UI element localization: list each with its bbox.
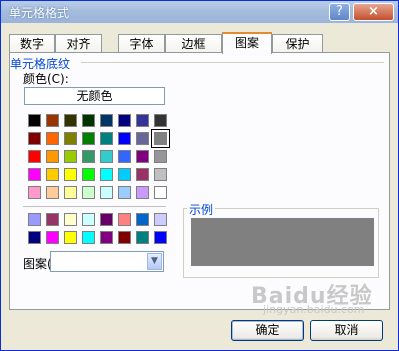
color-swatch[interactable]	[154, 186, 167, 199]
pattern-dropdown[interactable]: ▼	[50, 251, 164, 272]
color-swatch[interactable]	[64, 231, 77, 244]
color-swatch[interactable]	[118, 186, 131, 199]
color-swatch[interactable]	[64, 150, 77, 163]
cancel-button[interactable]: 取消	[310, 320, 383, 341]
color-swatch[interactable]	[28, 168, 41, 181]
help-button[interactable]: ?	[329, 3, 350, 21]
color-swatch[interactable]	[136, 231, 149, 244]
color-swatch[interactable]	[82, 231, 95, 244]
color-swatch[interactable]	[136, 186, 149, 199]
color-swatch[interactable]	[28, 132, 41, 145]
tab-border[interactable]: 边框	[165, 34, 222, 53]
color-swatch[interactable]	[100, 186, 113, 199]
color-swatch[interactable]	[154, 114, 167, 127]
color-swatch[interactable]	[28, 150, 41, 163]
color-swatch[interactable]	[154, 150, 167, 163]
tab-font[interactable]: 字体	[118, 34, 165, 53]
color-swatch[interactable]	[154, 213, 167, 226]
dropdown-arrow-icon[interactable]: ▼	[147, 253, 162, 270]
color-swatch[interactable]	[46, 150, 59, 163]
group-divider	[81, 62, 384, 63]
color-swatch[interactable]	[46, 213, 59, 226]
watermark-url: jingyan.baidu.com	[263, 303, 365, 316]
color-swatch[interactable]	[136, 114, 149, 127]
color-swatch[interactable]	[100, 213, 113, 226]
color-swatch[interactable]	[136, 132, 149, 145]
color-swatch[interactable]	[136, 150, 149, 163]
color-swatch[interactable]	[118, 231, 131, 244]
color-swatch[interactable]	[82, 132, 95, 145]
title-bar[interactable]: 单元格格式 ? ×	[1, 1, 398, 23]
color-swatch[interactable]	[118, 168, 131, 181]
tab-alignment[interactable]: 对齐	[55, 34, 102, 53]
color-swatch[interactable]	[118, 114, 131, 127]
color-swatch[interactable]	[46, 132, 59, 145]
tab-protection[interactable]: 保护	[272, 34, 323, 53]
color-swatch[interactable]	[82, 186, 95, 199]
color-swatch[interactable]	[64, 213, 77, 226]
color-swatch[interactable]	[28, 231, 41, 244]
color-swatch[interactable]	[136, 168, 149, 181]
color-swatch[interactable]	[46, 186, 59, 199]
color-swatch[interactable]	[28, 186, 41, 199]
color-swatch[interactable]	[154, 168, 167, 181]
color-swatch[interactable]	[100, 114, 113, 127]
tab-patterns[interactable]: 图案	[222, 32, 272, 54]
color-swatch[interactable]	[136, 213, 149, 226]
color-swatch[interactable]	[100, 168, 113, 181]
color-swatch[interactable]	[46, 114, 59, 127]
sample-preview	[191, 218, 374, 266]
color-swatch[interactable]	[82, 213, 95, 226]
color-swatch[interactable]	[100, 132, 113, 145]
color-swatch[interactable]	[118, 150, 131, 163]
tab-number[interactable]: 数字	[9, 34, 55, 53]
color-swatch[interactable]	[82, 114, 95, 127]
color-swatch[interactable]	[100, 231, 113, 244]
color-swatch[interactable]	[154, 231, 167, 244]
ok-button[interactable]: 确定	[231, 320, 304, 341]
color-swatch[interactable]	[82, 168, 95, 181]
format-cells-dialog: 单元格格式 ? × 数字 对齐 字体 边框 图案 保护 单元格底纹 颜色(C):…	[0, 0, 399, 351]
color-swatch[interactable]	[118, 132, 131, 145]
color-swatch[interactable]	[64, 186, 77, 199]
color-swatch[interactable]	[82, 150, 95, 163]
color-swatch[interactable]	[118, 213, 131, 226]
color-label: 颜色(C):	[23, 72, 69, 86]
color-swatch[interactable]	[46, 231, 59, 244]
color-swatch[interactable]	[28, 114, 41, 127]
palette-divider	[23, 206, 166, 207]
color-swatch[interactable]	[100, 150, 113, 163]
color-swatch[interactable]	[28, 213, 41, 226]
window-title: 单元格格式	[9, 6, 70, 20]
close-button[interactable]: ×	[353, 3, 394, 21]
no-color-button[interactable]: 无颜色	[24, 87, 165, 105]
color-swatch[interactable]	[64, 168, 77, 181]
color-swatch[interactable]	[151, 129, 170, 148]
color-swatch[interactable]	[64, 114, 77, 127]
color-swatch[interactable]	[64, 132, 77, 145]
color-swatch[interactable]	[46, 168, 59, 181]
sample-title: 示例	[187, 201, 216, 218]
